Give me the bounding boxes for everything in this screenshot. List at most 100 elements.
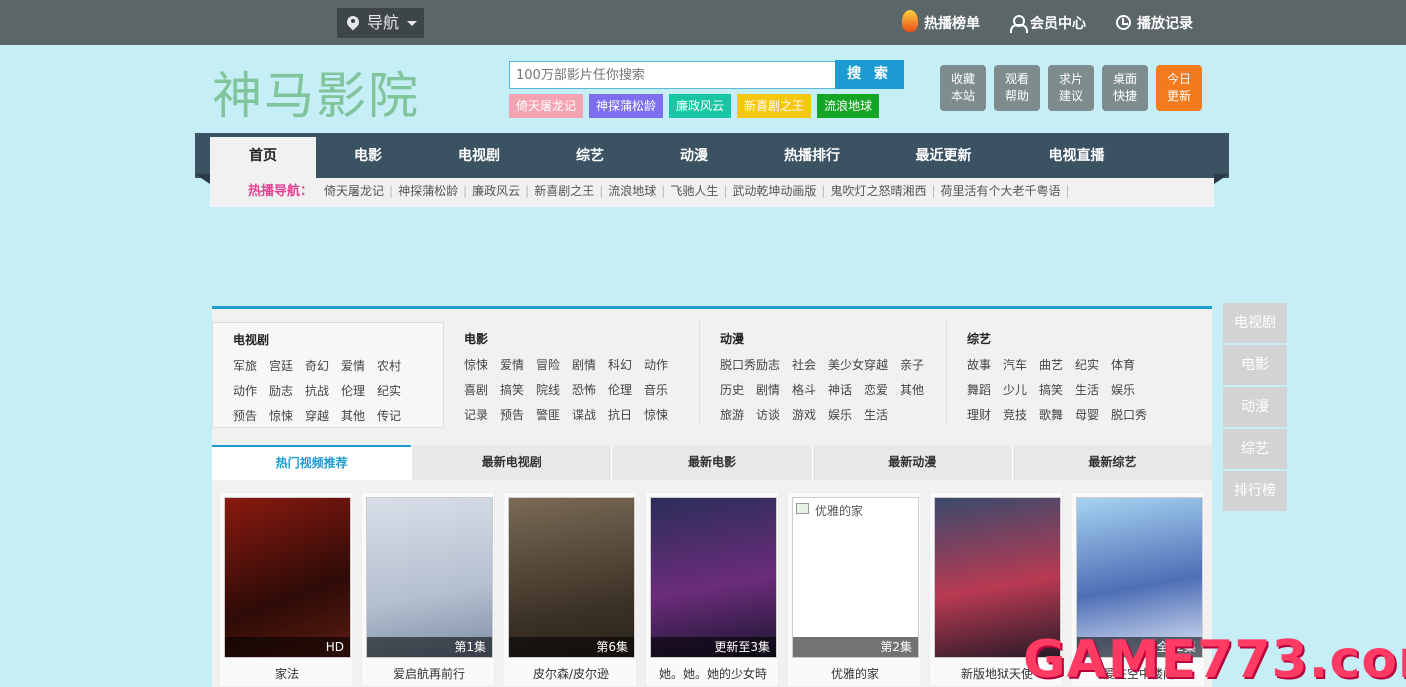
video-card[interactable]: 第6集 皮尔森/皮尔逊: [503, 492, 637, 687]
video-tab[interactable]: 最新电影: [611, 445, 812, 480]
hot-nav-link[interactable]: 神探蒲松龄: [393, 178, 463, 205]
quick-button[interactable]: 收藏 本站: [940, 65, 986, 111]
category-link[interactable]: 搞笑: [1039, 381, 1075, 398]
video-poster[interactable]: 更新至3集: [650, 497, 777, 658]
video-title[interactable]: 优雅的家: [788, 665, 922, 682]
hot-nav-link[interactable]: 新喜剧之王: [529, 178, 599, 205]
category-link[interactable]: 伦理: [341, 382, 377, 399]
video-card[interactable]: 优雅的家 第2集 优雅的家: [787, 492, 921, 687]
hot-nav-link[interactable]: 鬼吹灯之怒晴湘西: [825, 178, 931, 205]
category-link[interactable]: 历史: [720, 381, 756, 398]
video-title[interactable]: 她。她。她的少女時: [646, 665, 780, 682]
category-link[interactable]: 体育: [1111, 356, 1147, 373]
video-poster[interactable]: 第1集: [366, 497, 493, 658]
hot-tag[interactable]: 新喜剧之王: [737, 94, 812, 118]
nav-item[interactable]: 电视剧: [419, 137, 539, 178]
hot-nav-link[interactable]: 武动乾坤动画版: [727, 178, 821, 205]
category-link[interactable]: 美少女: [828, 356, 864, 373]
category-link[interactable]: 军旅: [233, 357, 269, 374]
hot-nav-link[interactable]: 荷里活有个大老千粤语: [936, 178, 1066, 205]
category-link[interactable]: 亲子: [900, 356, 936, 373]
variety-category-title[interactable]: 综艺: [967, 330, 991, 347]
search-input[interactable]: [509, 61, 836, 89]
category-link[interactable]: 喜剧: [464, 381, 500, 398]
side-float-button[interactable]: 动漫: [1223, 387, 1287, 427]
category-link[interactable]: 穿越: [305, 407, 341, 424]
category-link[interactable]: 访谈: [756, 406, 792, 423]
category-link[interactable]: 伦理: [608, 381, 644, 398]
nav-item[interactable]: 电影: [317, 137, 419, 178]
category-link[interactable]: 纪实: [1075, 356, 1111, 373]
category-link[interactable]: 记录: [464, 406, 500, 423]
category-link[interactable]: 格斗: [792, 381, 828, 398]
category-link[interactable]: 预告: [233, 407, 269, 424]
category-link[interactable]: 抗战: [305, 382, 341, 399]
category-link[interactable]: 脱口秀: [1111, 406, 1147, 423]
category-link[interactable]: 励志: [269, 382, 305, 399]
category-link[interactable]: 科幻: [608, 356, 644, 373]
category-link[interactable]: 舞蹈: [967, 381, 1003, 398]
nav-item[interactable]: 热播排行: [747, 137, 877, 178]
category-link[interactable]: 歌舞: [1039, 406, 1075, 423]
category-link[interactable]: 动作: [644, 356, 680, 373]
category-link[interactable]: 其他: [341, 407, 377, 424]
category-link[interactable]: 恐怖: [572, 381, 608, 398]
category-link[interactable]: 冒险: [536, 356, 572, 373]
side-float-button[interactable]: 电影: [1223, 345, 1287, 385]
side-float-button[interactable]: 排行榜: [1223, 471, 1287, 511]
tv-category-title[interactable]: 电视剧: [233, 331, 269, 348]
hot-nav-link[interactable]: 倚天屠龙记: [319, 178, 389, 205]
category-link[interactable]: 竞技: [1003, 406, 1039, 423]
nav-item[interactable]: 最近更新: [877, 137, 1010, 178]
category-link[interactable]: 动作: [233, 382, 269, 399]
category-link[interactable]: 曲艺: [1039, 356, 1075, 373]
category-link[interactable]: 少儿: [1003, 381, 1039, 398]
hot-tag[interactable]: 倚天屠龙记: [509, 94, 584, 118]
category-link[interactable]: 剧情: [572, 356, 608, 373]
video-tab[interactable]: 最新综艺: [1011, 445, 1213, 480]
category-link[interactable]: 汽车: [1003, 356, 1039, 373]
nav-item[interactable]: 首页: [210, 137, 316, 178]
nav-item[interactable]: 动漫: [641, 137, 747, 178]
video-card[interactable]: HD 家法: [219, 492, 353, 687]
anime-category-title[interactable]: 动漫: [720, 330, 744, 347]
hot-nav-link[interactable]: 流浪地球: [603, 178, 661, 205]
video-tab[interactable]: 最新动漫: [811, 445, 1012, 480]
category-link[interactable]: 爱情: [500, 356, 536, 373]
category-link[interactable]: 娱乐: [1111, 381, 1147, 398]
category-link[interactable]: 谍战: [572, 406, 608, 423]
category-link[interactable]: 预告: [500, 406, 536, 423]
category-link[interactable]: 穿越: [864, 356, 900, 373]
category-link[interactable]: 励志: [756, 356, 792, 373]
video-title[interactable]: 皮尔森/皮尔逊: [504, 665, 638, 682]
category-link[interactable]: 旅游: [720, 406, 756, 423]
category-link[interactable]: 故事: [967, 356, 1003, 373]
category-link[interactable]: 社会: [792, 356, 828, 373]
quick-button[interactable]: 观看 帮助: [994, 65, 1040, 111]
video-poster[interactable]: HD: [224, 497, 351, 658]
member-center-link[interactable]: 会员中心: [1010, 13, 1086, 33]
category-link[interactable]: 理财: [967, 406, 1003, 423]
category-link[interactable]: 传记: [377, 407, 413, 424]
nav-dropdown-button[interactable]: 导航: [337, 8, 424, 38]
side-float-button[interactable]: 电视剧: [1223, 303, 1287, 343]
category-link[interactable]: 警匪: [536, 406, 572, 423]
quick-button[interactable]: 今日 更新: [1156, 65, 1202, 111]
category-link[interactable]: 农村: [377, 357, 413, 374]
quick-button[interactable]: 桌面 快捷: [1102, 65, 1148, 111]
category-link[interactable]: 院线: [536, 381, 572, 398]
video-title[interactable]: 爱启航再前行: [362, 665, 496, 682]
hot-tag[interactable]: 廉政风云: [669, 94, 732, 118]
category-link[interactable]: 惊悚: [644, 406, 680, 423]
video-card[interactable]: 第1集爱启航再前行: [361, 492, 495, 687]
category-link[interactable]: 剧情: [756, 381, 792, 398]
category-link[interactable]: 母婴: [1075, 406, 1111, 423]
video-title[interactable]: 家法: [220, 665, 354, 682]
category-link[interactable]: 惊悚: [464, 356, 500, 373]
category-link[interactable]: 神话: [828, 381, 864, 398]
category-link[interactable]: 其他: [900, 381, 936, 398]
hot-tag[interactable]: 神探蒲松龄: [589, 94, 664, 118]
quick-button[interactable]: 求片 建议: [1048, 65, 1094, 111]
category-link[interactable]: 生活: [864, 406, 900, 423]
category-link[interactable]: 惊悚: [269, 407, 305, 424]
